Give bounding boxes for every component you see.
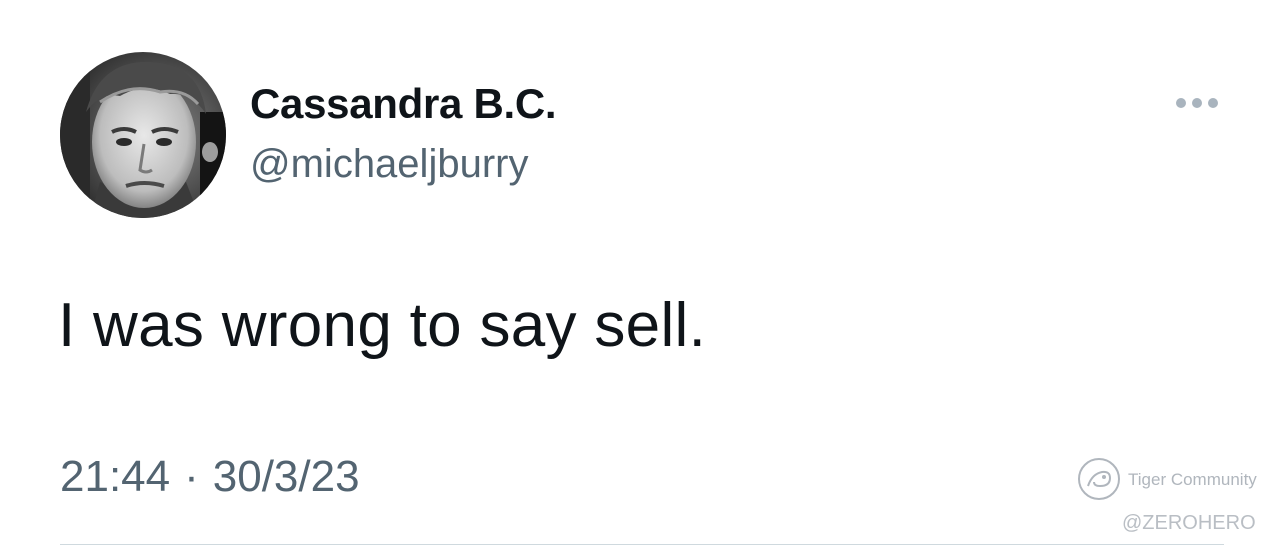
divider [60,544,1224,545]
tweet-text: I was wrong to say sell. [58,291,707,360]
tweet-date[interactable]: 30/3/23 [213,452,360,501]
more-horizontal-icon [1192,98,1202,108]
watermark: Tiger Community @ZEROHERO [1076,456,1276,546]
meta-separator: · [184,452,199,501]
more-horizontal-icon [1208,98,1218,108]
tweet-time[interactable]: 21:44 [60,452,170,501]
author-avatar[interactable] [60,52,226,218]
tweet-card: Cassandra B.C. @michaeljburry I was wron… [0,0,1284,551]
more-horizontal-icon [1176,98,1186,108]
author-handle[interactable]: @michaeljburry [250,142,528,187]
author-name[interactable]: Cassandra B.C. [250,80,557,128]
watermark-user: @ZEROHERO [1122,512,1256,534]
tweet-timestamp: 21:44 · 30/3/23 [60,452,360,502]
tiger-community-logo-icon [1078,458,1120,500]
watermark-brand: Tiger Community [1128,470,1257,489]
avatar-image [60,52,226,218]
more-options-button[interactable] [1168,88,1228,118]
